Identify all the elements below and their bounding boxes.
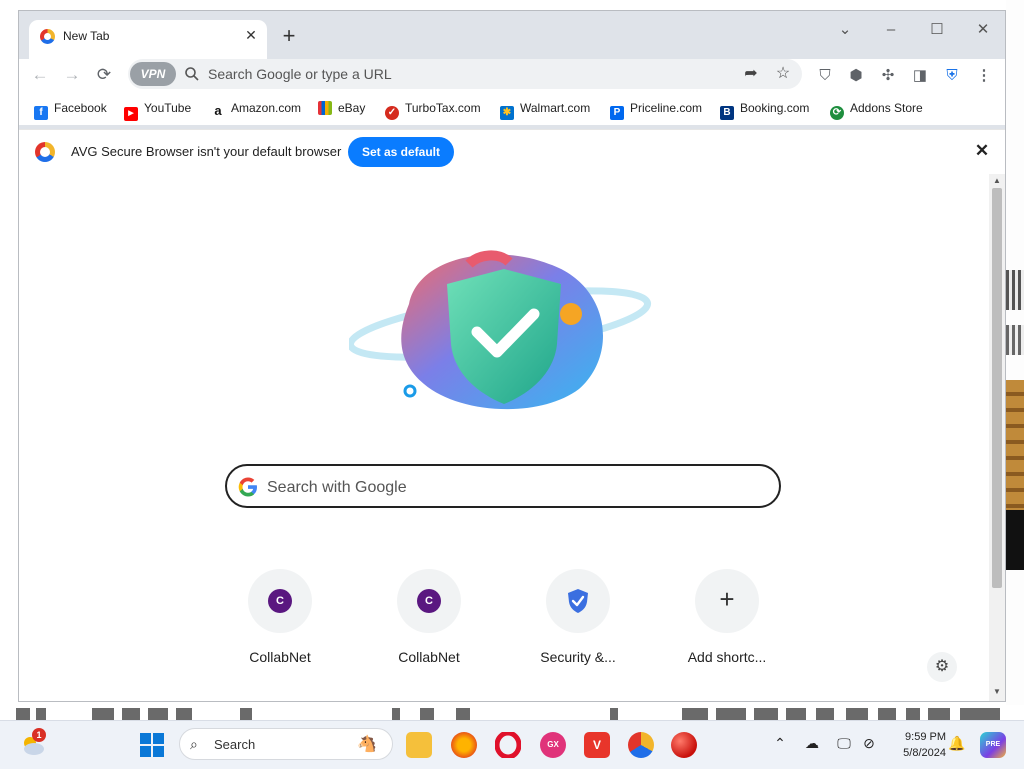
forward-button[interactable]: → [60,63,84,87]
scroll-down-icon[interactable]: ▼ [992,687,1002,697]
notification-bell-icon[interactable]: 🔔 [947,735,967,752]
walmart-icon: ✱ [500,106,514,120]
cloud-offline-icon[interactable]: ☁ [802,735,822,752]
facebook-icon: f [34,106,48,120]
bookmark-ebay[interactable]: eBay [318,101,365,119]
firefox-icon[interactable] [451,732,477,758]
opera-icon[interactable] [494,730,522,760]
bookmark-priceline[interactable]: P Priceline.com [610,101,702,120]
side-panel-icon[interactable]: ◨ [909,65,931,87]
windows-logo-icon [140,733,164,757]
shortcut-security[interactable]: Security &... [523,569,633,679]
bookmark-walmart[interactable]: ✱ Walmart.com [500,101,590,120]
google-logo-icon [238,477,257,497]
turbotax-icon: ✓ [385,106,399,120]
clock-time: 9:59 PM [905,731,946,743]
collabnet-icon: C [268,589,292,613]
set-as-default-button[interactable]: Set as default [348,137,454,167]
bookmark-turbotax[interactable]: ✓ TurboTax.com [385,101,481,120]
share-icon[interactable]: ➦ [740,63,762,85]
ebay-icon [318,101,332,115]
shortcut-label: Add shortc... [687,649,767,665]
bookmark-star-icon[interactable]: ☆ [772,63,794,85]
menu-icon[interactable]: ⋮ [973,65,995,87]
avg-browser-icon [40,29,55,44]
avg-browser-taskbar-icon[interactable] [628,732,654,758]
shield-check-icon [568,589,588,613]
notification-badge: 1 [32,728,46,742]
youtube-icon: ▶ [124,107,138,121]
priceline-icon: P [610,106,624,120]
plus-icon: + [719,584,735,614]
search-icon: ⌕ [190,736,198,752]
start-button[interactable] [139,732,165,758]
shortcut-collabnet-1[interactable]: C CollabNet [225,569,335,679]
taskbar-search-label: Search [214,737,256,752]
page-scrollbar[interactable]: ▲ ▼ [989,174,1005,701]
addons-store-icon: ⟳ [830,106,844,120]
google-search-box[interactable]: Search with Google [225,464,781,508]
browser-window: New Tab ✕ + ⌄ – ☐ ✕ ← → ⟳ VPN Search Goo… [18,10,1006,702]
back-button[interactable]: ← [28,63,52,87]
bookmark-booking[interactable]: B Booking.com [720,101,809,120]
search-placeholder: Search with Google [267,479,407,496]
search-highlight-icon: 🐴 [357,736,377,753]
display-icon[interactable]: 🖵 [834,735,854,752]
taskbar-search[interactable]: ⌕ Search 🐴 [179,728,393,760]
amazon-icon: a [211,104,225,118]
booking-icon: B [720,106,734,120]
show-hidden-icons-chevron-icon[interactable]: ⌃ [770,735,790,752]
security-shield-illustration [349,250,652,410]
address-bar[interactable]: VPN Search Google or type a URL ➦ ☆ [128,59,802,89]
scrollbar-thumb[interactable] [992,188,1002,588]
close-window-button[interactable]: ✕ [963,17,1003,43]
tab-search-icon[interactable]: ⌄ [825,17,865,43]
scroll-up-icon[interactable]: ▲ [992,176,1002,186]
bookmarks-bar: f Facebook ▶ YouTube a Amazon.com eBay ✓ Tur… [19,95,1005,125]
infobar-close-icon[interactable]: ✕ [971,140,993,162]
vivaldi-icon[interactable]: V [584,732,610,758]
shortcut-label: Security &... [540,649,616,665]
collabnet-icon: C [417,589,441,613]
maximize-button[interactable]: ☐ [917,17,957,43]
red-ball-app-icon[interactable] [671,732,697,758]
tab-new-tab[interactable]: New Tab ✕ [29,20,267,59]
desktop-background-right [1006,0,1024,720]
bookmark-youtube[interactable]: ▶ YouTube [124,101,191,121]
extensions-icon[interactable]: ✣ [877,65,899,87]
security-extension-icon[interactable]: ⬢ [845,65,867,87]
shortcut-collabnet-2[interactable]: C CollabNet [374,569,484,679]
search-icon [185,67,199,81]
avg-shield-icon[interactable]: ⛨ [941,65,963,87]
address-placeholder: Search Google or type a URL [208,66,392,82]
system-clock[interactable]: 9:59 PM 5/8/2024 [880,729,946,761]
add-shortcut-button[interactable]: + Add shortc... [672,569,782,679]
bookmark-facebook[interactable]: f Facebook [34,101,107,120]
opera-gx-icon[interactable]: GX [540,732,566,758]
bookmark-addons-store[interactable]: ⟳ Addons Store [830,101,923,120]
customize-gear-icon[interactable]: ⚙ [927,652,957,682]
new-tab-button[interactable]: + [278,25,300,47]
file-explorer-icon[interactable] [406,732,432,758]
new-tab-page: Search with Google C CollabNet C CollabN… [19,174,989,701]
copilot-icon[interactable]: PRE [980,732,1006,758]
avg-browser-icon [35,142,55,162]
network-offline-icon[interactable]: ⊘ [859,735,879,752]
shortcut-label: CollabNet [398,649,460,665]
default-browser-infobar: AVG Secure Browser isn't your default br… [19,129,1005,175]
minimize-button[interactable]: – [871,17,911,43]
clock-date: 5/8/2024 [903,747,946,759]
infobar-message: AVG Secure Browser isn't your default br… [71,144,342,159]
weather-widget[interactable]: 1 [20,728,46,758]
tab-title: New Tab [63,29,110,43]
title-bar: New Tab ✕ + ⌄ – ☐ ✕ [19,11,1005,59]
privacy-guard-icon[interactable]: ⛉ [814,65,836,87]
vpn-button[interactable]: VPN [130,62,176,86]
tab-close-icon[interactable]: ✕ [242,26,260,44]
taskbar: 1 ⌕ Search 🐴 GX V ⌃ ☁ 🖵 ⊘ 9:59 PM 5/8/20… [0,720,1024,769]
reload-button[interactable]: ⟳ [92,63,116,87]
bookmark-amazon[interactable]: a Amazon.com [211,101,301,119]
shortcut-label: CollabNet [249,649,311,665]
